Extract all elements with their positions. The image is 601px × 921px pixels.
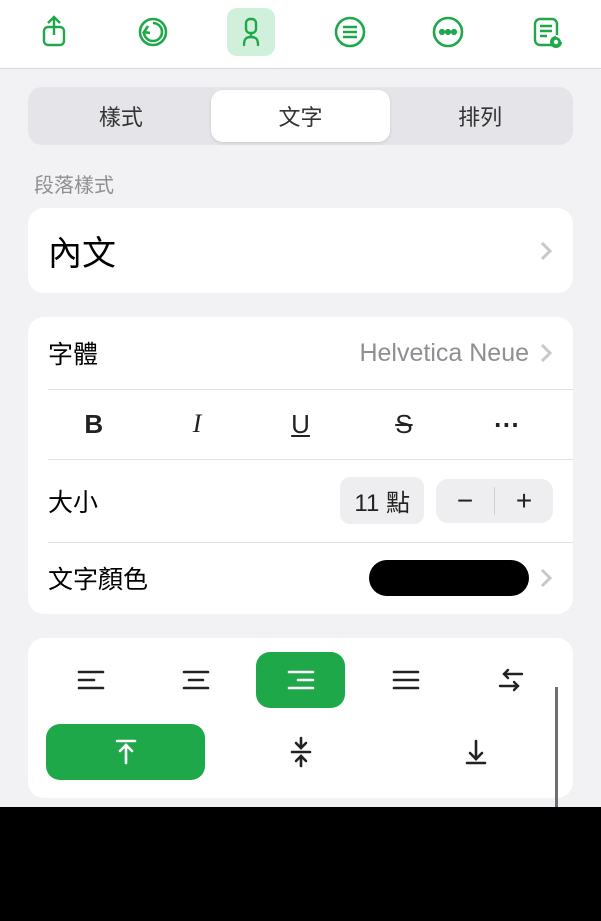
font-label: 字體: [48, 335, 98, 371]
font-card: 字體 Helvetica Neue B I U S ⋯ 大小 11 點 − + …: [28, 317, 573, 614]
paragraph-style-value: 內文: [48, 226, 116, 275]
tab-arrange[interactable]: 排列: [390, 90, 570, 142]
size-increase-button[interactable]: +: [495, 479, 553, 523]
vertical-align-middle-button[interactable]: [221, 724, 380, 780]
text-style-buttons: B I U S ⋯: [28, 389, 573, 459]
undo-button[interactable]: [129, 8, 177, 56]
bold-button[interactable]: B: [42, 399, 145, 449]
italic-button[interactable]: I: [145, 399, 248, 449]
text-color-row[interactable]: 文字顏色: [28, 542, 573, 614]
bottom-bar: [0, 807, 601, 921]
chevron-right-icon: [539, 240, 553, 262]
chevron-right-icon: [539, 567, 553, 589]
text-color-label: 文字顏色: [48, 560, 148, 596]
chevron-right-icon: [539, 342, 553, 364]
format-tabs: 樣式 文字 排列: [28, 87, 573, 145]
more-style-button[interactable]: ⋯: [456, 399, 559, 449]
tab-style[interactable]: 樣式: [31, 90, 211, 142]
alignment-card: [28, 638, 573, 798]
size-row: 大小 11 點 − +: [28, 459, 573, 542]
presenter-button[interactable]: [523, 8, 571, 56]
more-button[interactable]: [424, 8, 472, 56]
vertical-align-bottom-button[interactable]: [396, 724, 555, 780]
paragraph-style-label: 段落樣式: [34, 169, 567, 198]
strikethrough-button[interactable]: S: [352, 399, 455, 449]
size-decrease-button[interactable]: −: [436, 479, 494, 523]
font-row[interactable]: 字體 Helvetica Neue: [28, 317, 573, 389]
format-panel: 樣式 文字 排列 段落樣式 內文 字體 Helvetica Neue B I U…: [0, 69, 601, 818]
text-direction-button[interactable]: [466, 652, 555, 708]
align-left-button[interactable]: [46, 652, 135, 708]
underline-button[interactable]: U: [249, 399, 352, 449]
size-stepper: − +: [436, 479, 553, 523]
vertical-align-top-button[interactable]: [46, 724, 205, 780]
text-color-swatch: [369, 560, 529, 596]
align-right-button[interactable]: [256, 652, 345, 708]
align-center-button[interactable]: [151, 652, 240, 708]
format-button[interactable]: [227, 8, 275, 56]
align-justify-button[interactable]: [361, 652, 450, 708]
font-value: Helvetica Neue: [359, 339, 529, 368]
size-value[interactable]: 11 點: [340, 477, 424, 524]
size-label: 大小: [48, 483, 98, 519]
list-menu-button[interactable]: [326, 8, 374, 56]
paragraph-style-card: 內文: [28, 208, 573, 293]
toolbar: [0, 0, 601, 68]
share-button[interactable]: [30, 8, 78, 56]
tab-text[interactable]: 文字: [211, 90, 391, 142]
paragraph-style-row[interactable]: 內文: [28, 208, 573, 293]
